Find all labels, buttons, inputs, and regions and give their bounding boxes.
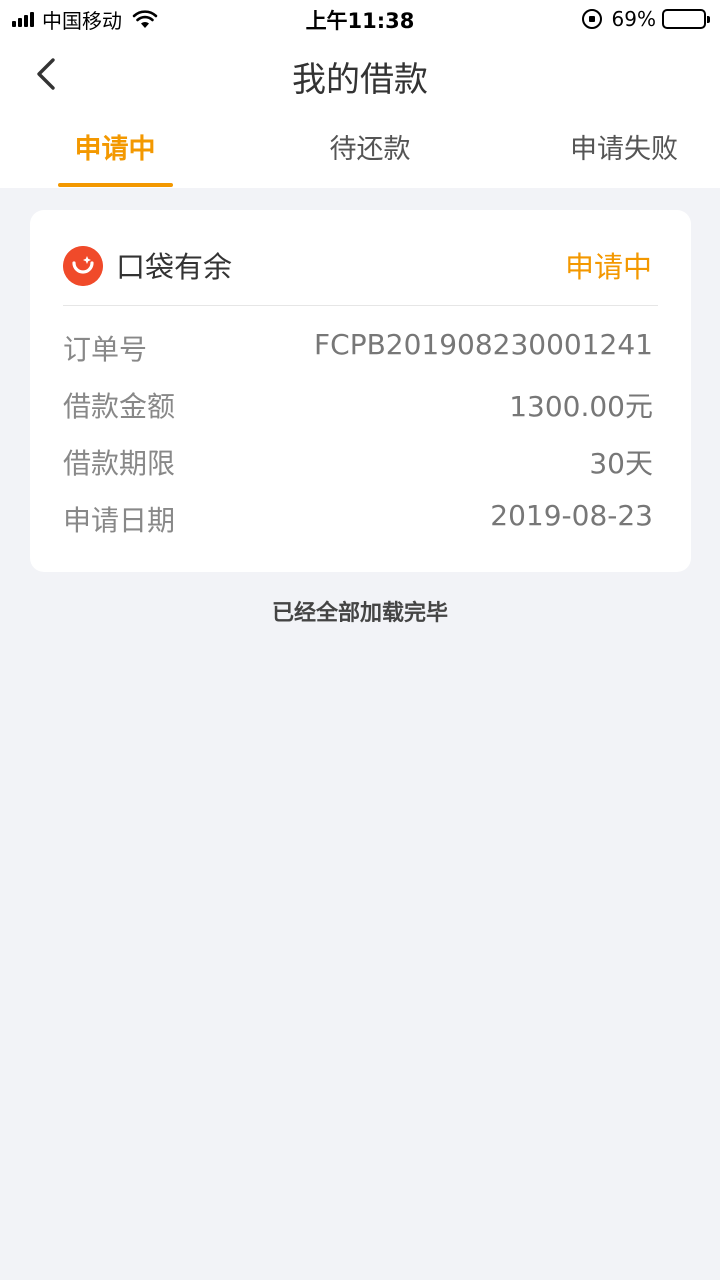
nav-bar: 我的借款: [0, 40, 720, 108]
loan-card-header: 口袋有余 申请中: [63, 240, 658, 306]
row-label: 申请日期: [63, 504, 176, 537]
tab-to-repay[interactable]: 待还款: [300, 108, 440, 188]
row-value: 30天: [589, 447, 653, 480]
all-loaded-note: 已经全部加载完毕: [271, 601, 448, 626]
status-bar: 中国移动 上午11:38 69%: [0, 0, 720, 40]
row-label: 借款金额: [63, 390, 176, 423]
page-title: 我的借款: [292, 60, 428, 100]
tab-failed[interactable]: 申请失败: [556, 108, 692, 188]
tab-bar: 申请中 待还款 申请失败: [0, 108, 720, 188]
tab-indicator: [58, 183, 173, 187]
row-label: 借款期限: [63, 447, 176, 480]
loan-term-row: 借款期限 30天: [63, 442, 653, 482]
status-badge: 申请中: [564, 250, 652, 284]
row-label: 订单号: [63, 333, 148, 366]
row-value: 1300.00元: [509, 390, 653, 423]
row-value: FCPB201908230001241: [314, 328, 653, 361]
row-value: 2019-08-23: [490, 499, 653, 532]
loan-amount-row: 借款金额 1300.00元: [63, 385, 653, 425]
apply-date-row: 申请日期 2019-08-23: [63, 499, 653, 539]
brand-logo-icon: [63, 246, 103, 286]
order-number-row: 订单号 FCPB201908230001241: [63, 328, 653, 368]
battery-percent: 69%: [611, 7, 656, 31]
loan-card[interactable]: 口袋有余 申请中 订单号 FCPB201908230001241 借款金额 13…: [30, 210, 691, 572]
brand-name: 口袋有余: [116, 250, 233, 284]
rotation-lock-icon: [581, 9, 602, 29]
status-right: 69%: [581, 6, 710, 32]
battery-icon: [662, 9, 710, 29]
tab-applying[interactable]: 申请中: [56, 108, 174, 188]
